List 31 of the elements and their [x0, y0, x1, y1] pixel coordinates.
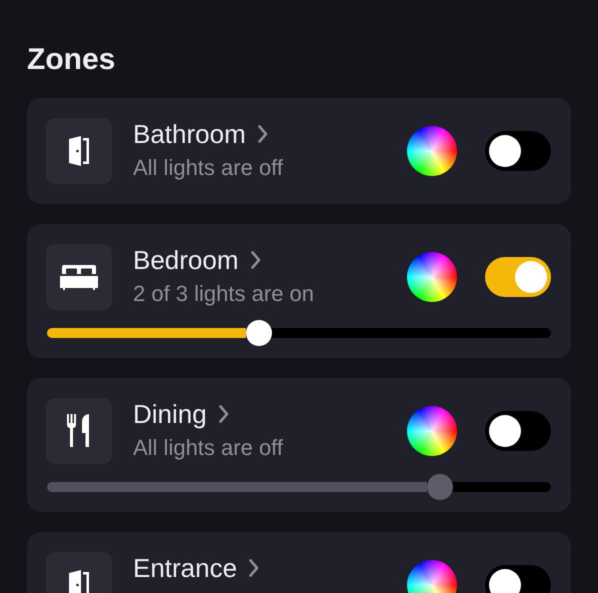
door-icon: [67, 569, 91, 593]
zone-card[interactable]: Bathroom All lights are off: [27, 98, 571, 204]
cutlery-icon: [66, 414, 92, 448]
power-toggle[interactable]: [485, 411, 551, 451]
zone-status: All lights are off: [133, 434, 284, 462]
zone-status: 2 of 3 lights are on: [133, 280, 316, 308]
power-toggle[interactable]: [485, 565, 551, 593]
section-title: Zones: [27, 42, 116, 78]
zone-name[interactable]: Dining: [133, 398, 207, 430]
color-wheel-icon[interactable]: [407, 252, 457, 302]
color-wheel-icon[interactable]: [407, 126, 457, 176]
door-icon: [67, 135, 91, 167]
chevron-icon: [250, 251, 260, 269]
zone-name[interactable]: Bedroom: [133, 244, 238, 276]
chevron-icon: [249, 559, 260, 577]
zone-name[interactable]: Bathroom: [133, 118, 246, 150]
bed-icon: [60, 264, 98, 290]
zone-card[interactable]: Bedroom 2 of 3 lights are on: [27, 224, 571, 358]
zone-status: All lights are off: [133, 154, 284, 182]
brightness-slider[interactable]: [47, 474, 551, 500]
chevron-icon: [258, 125, 268, 143]
zone-name[interactable]: Entrance: [133, 552, 238, 584]
zone-card[interactable]: Entrance: [27, 532, 571, 593]
slider-thumb[interactable]: [246, 320, 272, 346]
chevron-icon: [218, 405, 229, 423]
brightness-slider[interactable]: [47, 320, 551, 346]
zone-card[interactable]: Dining All lights are off: [27, 378, 571, 512]
color-wheel-icon[interactable]: [407, 406, 457, 456]
power-toggle[interactable]: [485, 257, 551, 297]
slider-thumb[interactable]: [427, 474, 454, 500]
power-toggle[interactable]: [485, 131, 551, 171]
